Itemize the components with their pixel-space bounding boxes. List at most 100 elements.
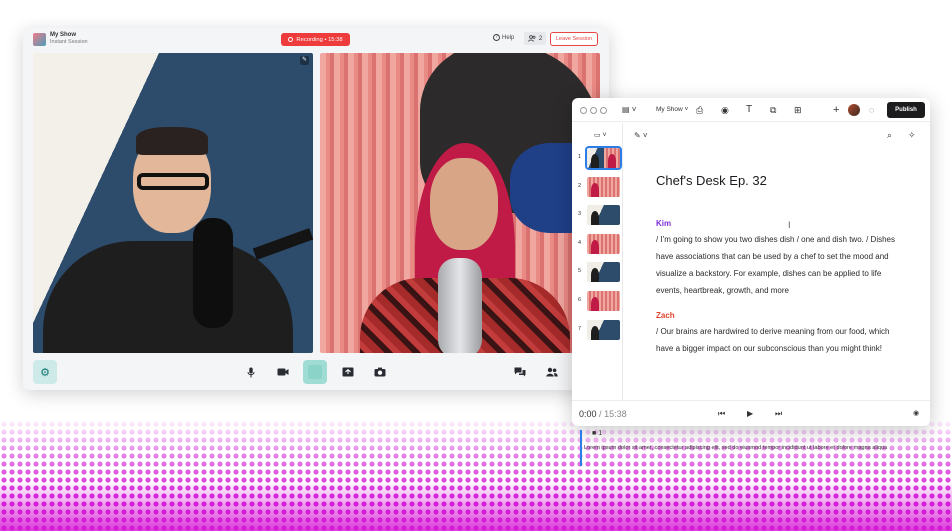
chat-button[interactable] xyxy=(508,360,532,384)
show-menu-label: My Show xyxy=(656,106,683,113)
track-number: 1 xyxy=(598,430,603,437)
microphone-image xyxy=(438,258,482,353)
share-screen-button[interactable] xyxy=(336,360,360,384)
video-tile-host[interactable] xyxy=(33,53,313,353)
scene-number: 1 xyxy=(578,154,582,160)
microphone-button[interactable] xyxy=(239,360,263,384)
scene-number: 2 xyxy=(578,183,582,189)
speaker-name[interactable]: Zach xyxy=(656,311,675,320)
halftone-fade xyxy=(0,480,952,531)
camera-icon xyxy=(374,367,386,377)
participants-button[interactable]: 2 xyxy=(524,32,546,45)
session-header: My Show Instant Session Recording • 15:3… xyxy=(23,28,609,52)
video-camera-icon xyxy=(277,368,289,376)
shapes-icon[interactable]: ⧉ xyxy=(770,103,776,117)
participant-hair xyxy=(136,127,208,155)
layout-icon xyxy=(308,365,322,379)
show-logo-icon xyxy=(33,33,46,46)
scene-thumbnail[interactable]: 3 xyxy=(572,204,623,226)
mic-arm xyxy=(252,228,313,260)
total-time: 15:38 xyxy=(604,409,627,419)
script-paragraph[interactable]: / I'm going to show you two dishes dish … xyxy=(656,231,906,299)
scene-image xyxy=(587,234,620,254)
script-paragraph[interactable]: / Our brains are hardwired to derive mea… xyxy=(656,323,906,357)
session-type: Instant Session xyxy=(50,39,88,45)
sparkle-icon[interactable]: ✧ xyxy=(908,128,916,142)
scene-thumbnail[interactable]: 1 xyxy=(572,146,623,170)
avatar[interactable] xyxy=(848,104,860,116)
scene-thumbnail[interactable]: 2 xyxy=(572,176,623,198)
scene-thumbnail[interactable]: 4 xyxy=(572,233,623,255)
skip-back-icon[interactable]: ⏮ xyxy=(718,409,725,419)
scene-thumbnail[interactable]: 5 xyxy=(572,261,623,283)
record-icon xyxy=(288,37,294,42)
show-name: My Show xyxy=(50,32,77,38)
scene-image xyxy=(585,146,622,170)
document-title[interactable]: Chef's Desk Ep. 32 xyxy=(656,173,767,188)
chat-icon xyxy=(514,367,526,377)
leave-session-button[interactable]: Leave Session xyxy=(550,32,598,46)
clip-icon[interactable]: ⎙ xyxy=(696,103,703,117)
record-icon[interactable]: ◉ xyxy=(721,103,729,117)
pin-icon[interactable]: ✎ xyxy=(300,56,309,65)
publish-button[interactable]: Publish xyxy=(887,102,925,118)
scene-number: 4 xyxy=(578,240,582,246)
people-icon xyxy=(528,35,536,42)
player-bar: 0:00 / 15:38 ⏮ ▶ ⏭ ◉ xyxy=(572,400,930,426)
video-tile-guest[interactable] xyxy=(320,53,600,353)
help-button[interactable]: ? Help xyxy=(493,34,514,41)
scene-number: 5 xyxy=(578,268,582,274)
editor-toolbar: ▤ ˅ My Show ˅ ⎙ ◉ T ⧉ ⊞ + ◌ Publish xyxy=(572,98,930,122)
layout-button[interactable] xyxy=(303,360,327,384)
camera-button[interactable] xyxy=(271,360,295,384)
participants-panel-button[interactable] xyxy=(540,360,564,384)
window-close-icon[interactable] xyxy=(580,107,587,114)
comments-icon[interactable]: ◌ xyxy=(869,103,874,117)
people-icon xyxy=(546,367,558,377)
window-minimize-icon[interactable] xyxy=(590,107,597,114)
current-time: 0:00 xyxy=(579,409,597,419)
playback-time: 0:00 / 15:38 xyxy=(579,409,627,419)
skip-forward-icon[interactable]: ⏭ xyxy=(775,409,782,419)
document-menu-icon[interactable]: ▤ ˅ xyxy=(622,103,636,117)
participant-glasses xyxy=(137,173,209,190)
scene-number: 7 xyxy=(578,326,582,332)
timeline[interactable]: ■ 1 Lorem ipsum dolor sit amet, consecte… xyxy=(572,426,930,466)
snapshot-button[interactable] xyxy=(368,360,392,384)
layout-grid-icon[interactable]: ⊞ xyxy=(794,103,802,117)
help-icon: ? xyxy=(493,34,500,41)
search-icon[interactable]: ⌕ xyxy=(887,128,892,142)
scene-sidebar: 1 2 3 4 5 6 7 xyxy=(572,123,623,400)
scene-number: 6 xyxy=(578,297,582,303)
scene-image xyxy=(587,320,620,340)
text-cursor-icon: I xyxy=(788,220,791,230)
time-separator: / xyxy=(599,409,602,419)
playhead[interactable] xyxy=(580,430,582,466)
recording-button[interactable]: Recording • 15:38 xyxy=(281,33,350,46)
scene-number: 3 xyxy=(578,211,582,217)
scene-image xyxy=(587,177,620,197)
pen-tool-icon[interactable]: ✎ ˅ xyxy=(634,129,648,143)
window-maximize-icon[interactable] xyxy=(600,107,607,114)
scene-thumbnail[interactable]: 6 xyxy=(572,290,623,312)
participants-count: 2 xyxy=(538,35,543,42)
play-icon[interactable]: ▶ xyxy=(747,409,753,418)
broadcast-icon[interactable]: ◉ xyxy=(913,409,919,417)
show-menu[interactable]: My Show ˅ xyxy=(656,106,688,113)
settings-button[interactable]: ⚙ xyxy=(33,360,57,384)
session-toolbar: ⚙ xyxy=(23,354,609,390)
text-tool-icon[interactable]: T xyxy=(746,103,752,117)
editor-subtoolbar: ▭ ˅ ✎ ˅ ⌕ ✧ xyxy=(572,123,930,147)
add-icon[interactable]: + xyxy=(833,103,839,117)
scene-image xyxy=(587,262,620,282)
scene-thumbnail[interactable]: 7 xyxy=(572,319,623,341)
speaker-name[interactable]: Kim xyxy=(656,219,671,228)
scene-image xyxy=(587,205,620,225)
participant-face xyxy=(430,158,498,250)
help-label: Help xyxy=(502,34,515,41)
timeline-caption: Lorem ipsum dolor sit amet, consectetur … xyxy=(584,445,888,451)
microphone-image xyxy=(193,218,233,328)
session-window: My Show Instant Session Recording • 15:3… xyxy=(23,28,609,390)
track-header: ■ 1 xyxy=(592,430,602,437)
microphone-icon xyxy=(247,367,255,377)
